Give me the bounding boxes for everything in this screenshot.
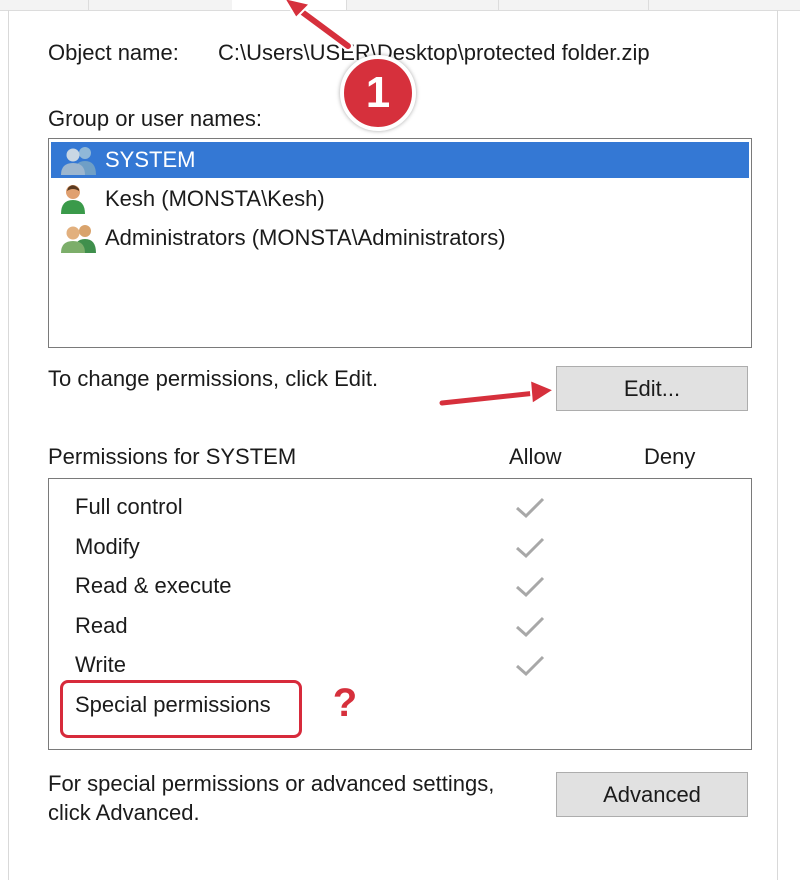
step-number-badge: 1 <box>340 55 416 131</box>
annotation-arrows <box>284 0 557 408</box>
arrow-to-edit-button-icon <box>437 378 557 408</box>
security-dialog: Object name: C:\Users\USER\Desktop\prote… <box>0 0 800 880</box>
arrow-to-security-tab-icon <box>284 0 353 51</box>
